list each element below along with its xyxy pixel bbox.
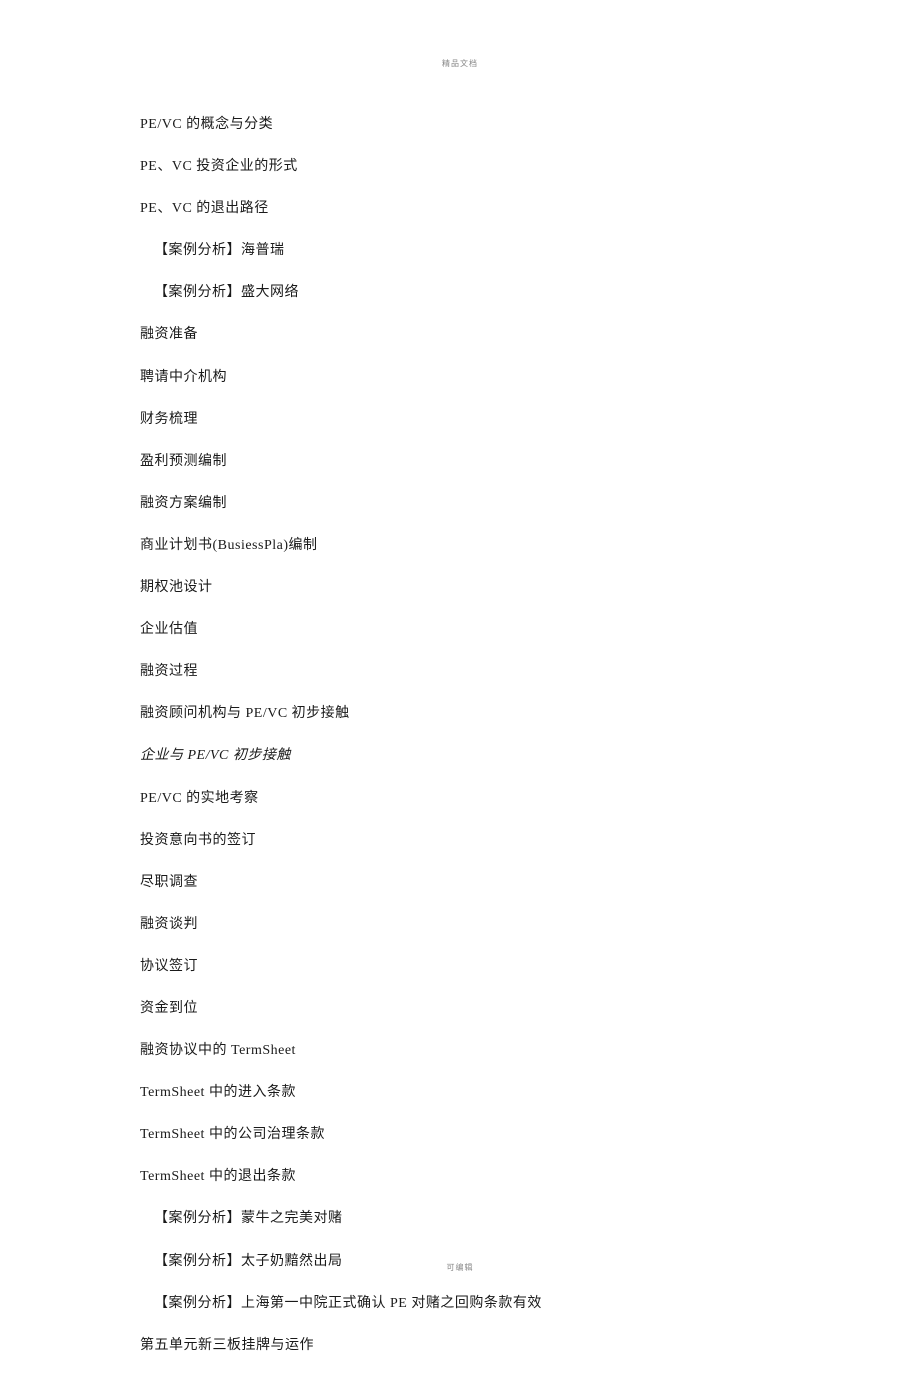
text-line: 聘请中介机构: [140, 368, 780, 388]
text-line: 企业与 PE/VC 初步接触: [140, 746, 780, 766]
text-line: 融资方案编制: [140, 494, 780, 514]
text-line: 投资意向书的签订: [140, 831, 780, 851]
footer-watermark: 可编辑: [447, 1262, 474, 1273]
text-line: 第五单元新三板挂牌与运作: [140, 1336, 780, 1356]
text-line: PE、VC 投资企业的形式: [140, 157, 780, 177]
text-line: 企业估值: [140, 620, 780, 640]
text-line: 【案例分析】蒙牛之完美对赌: [140, 1209, 780, 1229]
text-line: 【案例分析】上海第一中院正式确认 PE 对赌之回购条款有效: [140, 1294, 780, 1314]
text-line: TermSheet 中的进入条款: [140, 1083, 780, 1103]
text-line: 融资过程: [140, 662, 780, 682]
header-watermark: 精品文档: [442, 58, 478, 69]
text-line: 协议签订: [140, 957, 780, 977]
text-line: 尽职调查: [140, 873, 780, 893]
text-line: 盈利预测编制: [140, 452, 780, 472]
document-body: PE/VC 的概念与分类 PE、VC 投资企业的形式 PE、VC 的退出路径【案例分…: [140, 115, 780, 1378]
text-line: 【案例分析】海普瑞: [140, 241, 780, 261]
text-line: PE、VC 的退出路径: [140, 199, 780, 219]
text-line: 融资准备: [140, 325, 780, 345]
text-line: 融资谈判: [140, 915, 780, 935]
text-line: 期权池设计: [140, 578, 780, 598]
text-line: PE/VC 的概念与分类: [140, 115, 780, 135]
text-line: 【案例分析】盛大网络: [140, 283, 780, 303]
text-line: TermSheet 中的退出条款: [140, 1167, 780, 1187]
text-line: 融资顾问机构与 PE/VC 初步接触: [140, 704, 780, 724]
text-line: 商业计划书(BusiessPla)编制: [140, 536, 780, 556]
text-line: 融资协议中的 TermSheet: [140, 1041, 780, 1061]
text-line: TermSheet 中的公司治理条款: [140, 1125, 780, 1145]
text-line: PE/VC 的实地考察: [140, 789, 780, 809]
text-line: 财务梳理: [140, 410, 780, 430]
text-line: 资金到位: [140, 999, 780, 1019]
